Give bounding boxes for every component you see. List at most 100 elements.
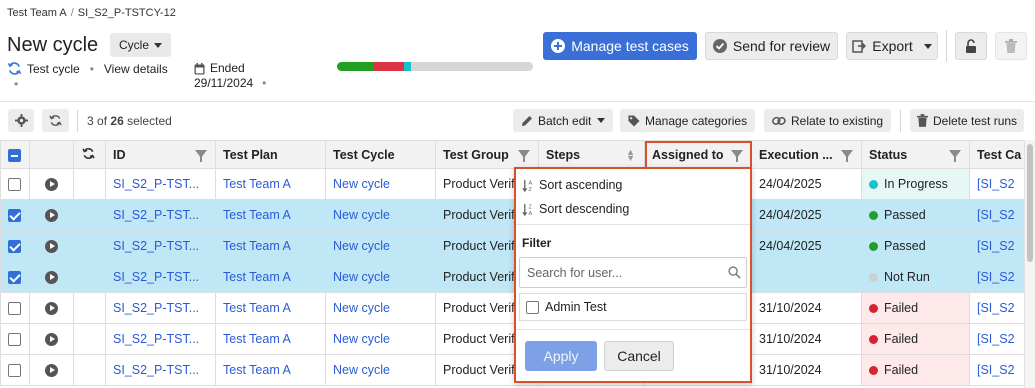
trash-icon (1005, 39, 1017, 53)
sync-cell (73, 261, 106, 293)
cancel-button[interactable]: Cancel (604, 341, 674, 371)
play-icon[interactable] (45, 271, 58, 285)
user-option-label: Admin Test (545, 300, 607, 314)
delete-cycle-button[interactable] (995, 32, 1027, 60)
row-checkbox[interactable] (8, 178, 21, 192)
relate-to-existing-button[interactable]: Relate to existing (764, 109, 892, 132)
column-header-test-group[interactable]: Test Group (435, 140, 539, 169)
filter-icon[interactable] (841, 150, 853, 162)
play-icon[interactable] (45, 209, 58, 223)
row-checkbox[interactable] (8, 364, 21, 378)
sync-cell (73, 354, 106, 386)
refresh-button[interactable] (42, 109, 69, 132)
column-header-steps[interactable]: Steps ▲ ▼ (538, 140, 645, 169)
batch-edit-button[interactable]: Batch edit (513, 109, 614, 132)
test-case-cell[interactable]: [SI_S2 (969, 292, 1024, 324)
test-cycle-cell[interactable]: New cycle (325, 168, 436, 200)
user-option-checkbox[interactable] (526, 300, 539, 314)
test-case-cell[interactable]: [SI_S2 (969, 261, 1024, 293)
progress-bar (337, 62, 533, 71)
column-header-assigned-to[interactable]: Assigned to (644, 140, 752, 169)
filter-icon[interactable] (518, 150, 530, 162)
test-plan-cell[interactable]: Test Team A (215, 168, 326, 200)
column-header-status[interactable]: Status (861, 140, 970, 169)
play-icon[interactable] (45, 302, 58, 316)
test-plan-cell[interactable]: Test Team A (215, 323, 326, 355)
manage-categories-button[interactable]: Manage categories (620, 109, 756, 132)
id-cell[interactable]: SI_S2_P-TST... (105, 354, 216, 386)
row-checkbox[interactable] (8, 209, 21, 223)
test-case-cell[interactable]: [SI_S2 (969, 323, 1024, 355)
delete-test-runs-button[interactable]: Delete test runs (910, 109, 1025, 132)
test-case-cell[interactable]: [SI_S2 (969, 168, 1024, 200)
column-header-id[interactable]: ID (105, 140, 216, 169)
id-cell[interactable]: SI_S2_P-TST... (105, 168, 216, 200)
test-plan-cell[interactable]: Test Team A (215, 354, 326, 386)
table-row[interactable]: SI_S2_P-TST... Test Team A New cycle Produc… (0, 230, 1024, 262)
test-plan-cell[interactable]: Test Team A (215, 292, 326, 324)
column-header-test-cycle[interactable]: Test Cycle (325, 140, 436, 169)
test-cycle-cell[interactable]: New cycle (325, 323, 436, 355)
test-case-cell[interactable]: [SI_S2 (969, 230, 1024, 262)
user-option-admin-test[interactable]: Admin Test (519, 293, 747, 321)
row-checkbox[interactable] (8, 302, 21, 316)
id-cell[interactable]: SI_S2_P-TST... (105, 261, 216, 293)
filter-title: Filter (522, 236, 552, 250)
breadcrumb-team[interactable]: Test Team A (7, 7, 67, 19)
table-row[interactable]: SI_S2_P-TST... Test Team A New cycle Produc… (0, 354, 1024, 386)
run-cell (29, 199, 74, 231)
breadcrumb: Test Team A / SI_S2_P-TSTCY-12 (7, 7, 176, 19)
filter-icon[interactable] (195, 150, 207, 162)
filter-icon[interactable] (731, 150, 743, 162)
cycle-type-dropdown[interactable]: Cycle (110, 33, 172, 57)
table-row[interactable]: SI_S2_P-TST... Test Team A New cycle Produc… (0, 292, 1024, 324)
play-icon[interactable] (45, 178, 58, 192)
id-cell[interactable]: SI_S2_P-TST... (105, 323, 216, 355)
test-plan-cell[interactable]: Test Team A (215, 199, 326, 231)
export-button[interactable]: Export (846, 32, 938, 60)
test-plan-cell[interactable]: Test Team A (215, 230, 326, 262)
send-for-review-button[interactable]: Send for review (705, 32, 838, 60)
sort-descending-option[interactable]: ZA Sort descending (522, 202, 629, 216)
id-cell[interactable]: SI_S2_P-TST... (105, 230, 216, 262)
id-cell[interactable]: SI_S2_P-TST... (105, 292, 216, 324)
test-cycle-cell[interactable]: New cycle (325, 199, 436, 231)
play-icon[interactable] (45, 240, 58, 254)
test-cycle-cell[interactable]: New cycle (325, 354, 436, 386)
test-runs-table: ID Test Plan Test Cycle Test Group Steps… (0, 140, 1024, 386)
row-select-cell (0, 261, 30, 293)
test-case-cell[interactable]: [SI_S2 (969, 354, 1024, 386)
test-cycle-cell[interactable]: New cycle (325, 261, 436, 293)
test-cycle-cell[interactable]: New cycle (325, 230, 436, 262)
select-all-checkbox[interactable] (8, 148, 21, 162)
row-checkbox[interactable] (8, 271, 21, 285)
view-details-link[interactable]: View details (104, 62, 168, 76)
id-cell[interactable]: SI_S2_P-TST... (105, 199, 216, 231)
test-case-cell[interactable]: [SI_S2 (969, 199, 1024, 231)
scrollbar-thumb[interactable] (1027, 144, 1033, 262)
lock-button[interactable] (955, 32, 987, 60)
test-plan-cell[interactable]: Test Team A (215, 261, 326, 293)
table-row[interactable]: SI_S2_P-TST... Test Team A New cycle Produc… (0, 323, 1024, 355)
settings-button[interactable] (8, 109, 34, 132)
chevron-down-icon (154, 43, 163, 49)
table-row[interactable]: SI_S2_P-TST... Test Team A New cycle Produc… (0, 168, 1024, 200)
filter-icon[interactable] (949, 150, 961, 162)
table-row[interactable]: SI_S2_P-TST... Test Team A New cycle Produc… (0, 199, 1024, 231)
column-header-test-plan[interactable]: Test Plan (215, 140, 326, 169)
sort-icon[interactable]: ▲ ▼ (626, 148, 635, 163)
play-icon[interactable] (45, 364, 58, 378)
user-search-input[interactable] (519, 257, 747, 288)
test-cycle-cell[interactable]: New cycle (325, 292, 436, 324)
table-row[interactable]: SI_S2_P-TST... Test Team A New cycle Produc… (0, 261, 1024, 293)
manage-test-cases-button[interactable]: Manage test cases (543, 32, 697, 60)
play-icon[interactable] (45, 333, 58, 347)
row-checkbox[interactable] (8, 333, 21, 347)
column-label-test-group: Test Group (443, 147, 509, 162)
sort-ascending-option[interactable]: AZ Sort ascending (522, 178, 622, 192)
column-header-execution[interactable]: Execution ... (751, 140, 862, 169)
column-header-test-case[interactable]: Test Ca (969, 140, 1024, 169)
row-checkbox[interactable] (8, 240, 21, 254)
apply-button[interactable]: Apply (525, 341, 597, 371)
grid-scrollbar[interactable] (1024, 140, 1035, 388)
